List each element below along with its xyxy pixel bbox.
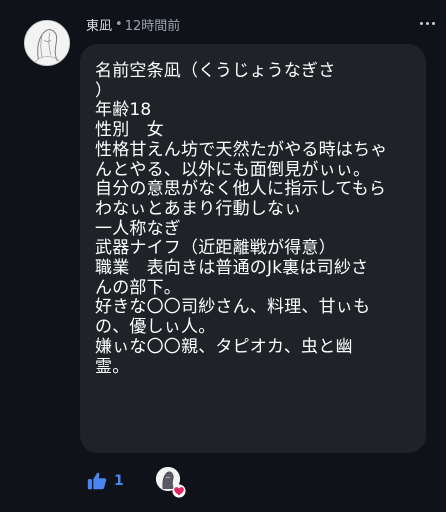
comment-text-line: 自分の意思がなく他人に指示してもら: [95, 179, 387, 200]
comment-header: 東凪 • 12時間前: [86, 14, 180, 34]
comment-footer: 1: [86, 464, 186, 498]
comment-bubble: 名前空条凪（くうじょうなぎさ ） 年齢18 性別 女 性格甘えん坊で天然たがやる…: [80, 44, 426, 453]
comment-text-line: の、優しぃ人。: [95, 317, 216, 338]
author-name[interactable]: 東凪: [86, 15, 112, 34]
comment-text-line: 名前空条凪（くうじょうなぎさ: [95, 61, 336, 81]
comment-text-line: 性別 女: [95, 120, 164, 141]
avatar-sketch-image: [25, 21, 69, 65]
comment-timestamp: 12時間前: [124, 18, 181, 34]
comment-text-line: んとやる、以外にも面倒見がぃぃ。: [95, 159, 371, 180]
header-separator: •: [115, 16, 123, 32]
comment-text-line: 性格甘えん坊で天然たがやる時はちゃ: [95, 139, 388, 160]
more-dots-icon: [425, 21, 429, 25]
comment-text-line: 一人称なぎ: [95, 218, 181, 239]
comment-text-line: わなぃとあまり行動しなぃ: [95, 198, 302, 219]
comment-text-line: 職業 表向きは普通のJk裏は司紗さ: [95, 258, 369, 279]
comment-text-line: 霊。: [95, 356, 130, 377]
comment-text-line: んの部下。: [95, 277, 181, 298]
comment-text-line: ）: [95, 80, 113, 101]
comment-text-line: 嫌ぃな〇〇親、タピオカ、虫と幽: [95, 336, 353, 357]
thumbs-up-icon: [87, 472, 107, 490]
like-count: 1: [114, 473, 124, 489]
like-button[interactable]: 1: [86, 470, 124, 492]
comment-text-line: 武器ナイフ（近距離戦が得意）: [95, 238, 336, 259]
more-dots-icon: [419, 21, 423, 25]
author-avatar[interactable]: [24, 20, 70, 66]
heart-icon: [172, 484, 186, 498]
more-options-button[interactable]: [418, 16, 436, 30]
comment-text-line: 年齢18: [95, 100, 152, 121]
more-dots-icon: [431, 21, 435, 25]
comment-text-line: 好きな〇〇司紗さん、料理、甘ぃも: [95, 297, 371, 318]
reactor-avatar[interactable]: [155, 467, 186, 498]
